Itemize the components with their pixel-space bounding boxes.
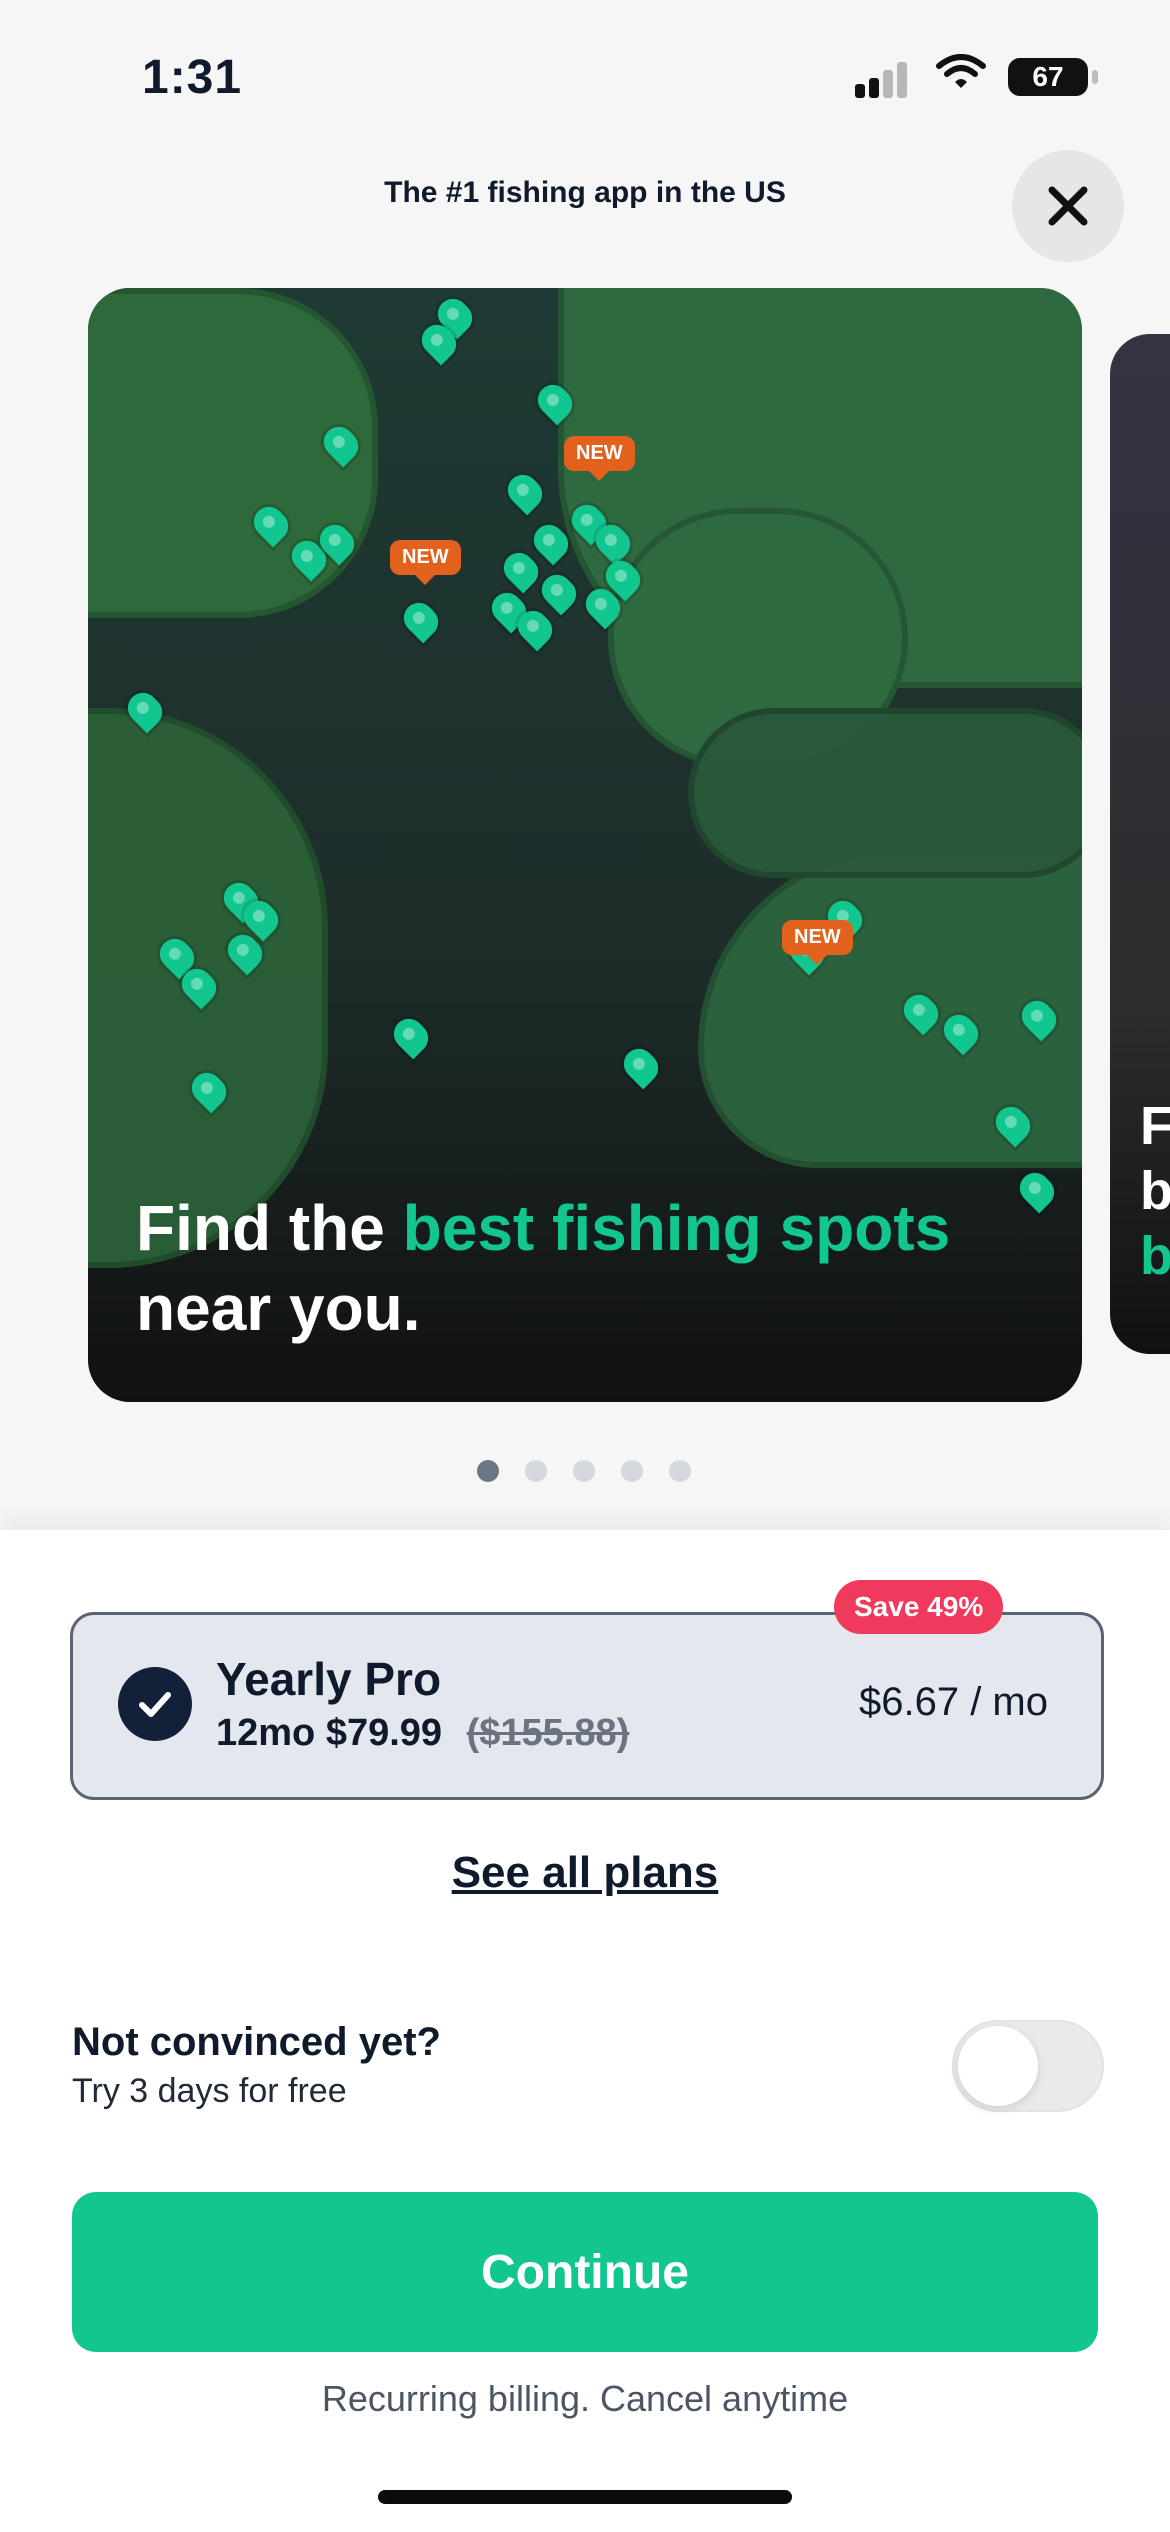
page-dot-2[interactable] — [525, 1460, 547, 1482]
cellular-signal-icon — [855, 58, 915, 98]
save-badge: Save 49% — [834, 1580, 1004, 1634]
new-badge: NEW — [390, 540, 461, 575]
card-caption: Find the best fishing spots near you. — [136, 1188, 1042, 1348]
map-pin-icon — [397, 596, 445, 644]
close-icon — [1048, 186, 1088, 226]
carousel-card-next-peek[interactable]: F b b — [1110, 334, 1170, 1354]
plan-per-month: $6.67 / mo — [858, 1680, 1048, 1724]
status-bar: 1:31 67 — [0, 0, 1170, 150]
page-dot-4[interactable] — [621, 1460, 643, 1482]
page-dot-5[interactable] — [669, 1460, 691, 1482]
map-pin-icon — [387, 1012, 435, 1060]
header-title: The #1 fishing app in the US — [384, 176, 786, 209]
peek-caption: F b b — [1140, 1094, 1170, 1288]
map-pin-icon — [501, 468, 549, 516]
plan-price: 12mo $79.99 ($155.88) — [216, 1712, 629, 1755]
carousel-pagination — [477, 1460, 691, 1482]
peek-line1: F — [1140, 1096, 1170, 1156]
peek-line3: b — [1140, 1225, 1170, 1286]
battery-level: 67 — [1032, 61, 1064, 92]
map-pin-icon — [535, 568, 583, 616]
caption-highlight: best fishing spots — [402, 1192, 951, 1264]
carousel-card-fishing-spots[interactable]: NEW NEW NEW Find the best fishing spots … — [88, 288, 1082, 1402]
selected-check-icon — [118, 1667, 192, 1741]
trial-title: Not convinced yet? — [72, 2020, 441, 2064]
plan-name: Yearly Pro — [216, 1653, 442, 1705]
free-trial-toggle[interactable] — [952, 2020, 1104, 2112]
caption-prefix: Find the — [136, 1192, 403, 1264]
billing-note: Recurring billing. Cancel anytime — [321, 2378, 849, 2419]
toggle-knob — [958, 2026, 1038, 2106]
plan-price-current: 12mo $79.99 — [216, 1712, 443, 1754]
plan-price-old: ($155.88) — [466, 1712, 630, 1754]
trial-subtitle: Try 3 days for free — [72, 2072, 347, 2110]
map-pin-icon — [497, 546, 545, 594]
status-time: 1:31 — [142, 51, 243, 104]
home-indicator — [378, 2490, 792, 2504]
new-badge: NEW — [782, 920, 853, 955]
battery-indicator: 67 — [1008, 58, 1098, 96]
wifi-icon — [935, 54, 987, 94]
peek-line2: b — [1140, 1160, 1170, 1221]
continue-button[interactable]: Continue — [72, 2192, 1098, 2352]
close-button[interactable] — [1012, 150, 1124, 262]
page-dot-3[interactable] — [573, 1460, 595, 1482]
map-land-area — [688, 708, 1082, 878]
see-all-plans-link[interactable]: See all plans — [0, 1848, 1170, 1898]
caption-line2: near you. — [136, 1272, 421, 1344]
map-pin-icon — [617, 1042, 665, 1090]
page-dot-1[interactable] — [477, 1460, 499, 1482]
new-badge: NEW — [564, 436, 635, 471]
